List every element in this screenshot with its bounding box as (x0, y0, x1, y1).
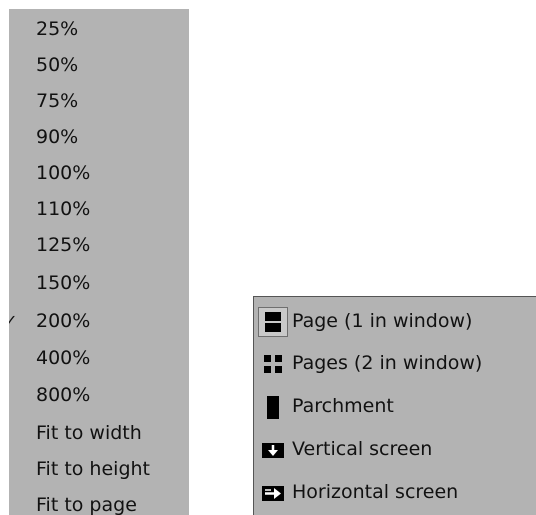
parchment-icon (267, 396, 279, 419)
checkmark-icon: ✓ (9, 311, 18, 330)
two-pages-icon (264, 355, 282, 373)
screenshot-stage: 25% 50% 75% 90% 100% 110% 125% 150% ✓ 20… (0, 0, 536, 515)
view-item-label: Page (1 in window) (292, 310, 473, 332)
zoom-item-100[interactable]: 100% (9, 155, 189, 191)
zoom-item-fit-to-height[interactable]: Fit to height (9, 451, 189, 487)
zoom-item-label: 100% (36, 162, 91, 184)
zoom-level-menu: 25% 50% 75% 90% 100% 110% 125% 150% ✓ 20… (9, 9, 189, 515)
view-item-label: Vertical screen (292, 438, 433, 460)
zoom-item-fit-to-width[interactable]: Fit to width (9, 415, 189, 451)
view-item-pages-2-in-window[interactable]: Pages (2 in window) (253, 342, 536, 384)
zoom-item-label: 400% (36, 347, 91, 369)
zoom-item-label: Fit to height (36, 458, 150, 480)
vertical-screen-icon (262, 443, 284, 458)
zoom-item-label: 75% (36, 90, 79, 112)
zoom-item-150[interactable]: 150% (9, 265, 189, 301)
view-item-label: Parchment (292, 395, 394, 417)
zoom-item-label: 25% (36, 18, 79, 40)
single-page-icon (265, 312, 281, 332)
zoom-item-110[interactable]: 110% (9, 191, 189, 227)
zoom-item-label: 150% (36, 272, 91, 294)
zoom-item-800[interactable]: 800% (9, 377, 189, 413)
zoom-item-400[interactable]: 400% (9, 340, 189, 376)
zoom-item-50[interactable]: 50% (9, 47, 189, 83)
zoom-item-label: 110% (36, 198, 91, 220)
zoom-item-label: 125% (36, 234, 91, 256)
view-item-page-1-in-window[interactable]: Page (1 in window) (253, 300, 536, 342)
zoom-item-90[interactable]: 90% (9, 119, 189, 155)
view-item-label: Horizontal screen (292, 481, 459, 503)
zoom-item-label: 90% (36, 126, 79, 148)
zoom-item-label: Fit to width (36, 422, 142, 444)
zoom-item-125[interactable]: 125% (9, 227, 189, 263)
zoom-item-label: 800% (36, 384, 91, 406)
zoom-item-label: 200% (36, 310, 91, 332)
view-item-horizontal-screen[interactable]: Horizontal screen (253, 471, 536, 513)
zoom-item-25[interactable]: 25% (9, 11, 189, 47)
zoom-item-fit-to-page[interactable]: Fit to page (9, 487, 189, 515)
view-item-parchment[interactable]: Parchment (253, 385, 536, 427)
view-mode-menu: Page (1 in window) Pages (2 in window) P… (253, 296, 536, 515)
horizontal-screen-icon (262, 486, 284, 501)
zoom-item-label: Fit to page (36, 494, 137, 515)
zoom-item-label: 50% (36, 54, 79, 76)
view-item-label: Pages (2 in window) (292, 352, 483, 374)
zoom-item-75[interactable]: 75% (9, 83, 189, 119)
view-item-vertical-screen[interactable]: Vertical screen (253, 428, 536, 470)
zoom-item-200[interactable]: ✓ 200% (9, 303, 189, 339)
